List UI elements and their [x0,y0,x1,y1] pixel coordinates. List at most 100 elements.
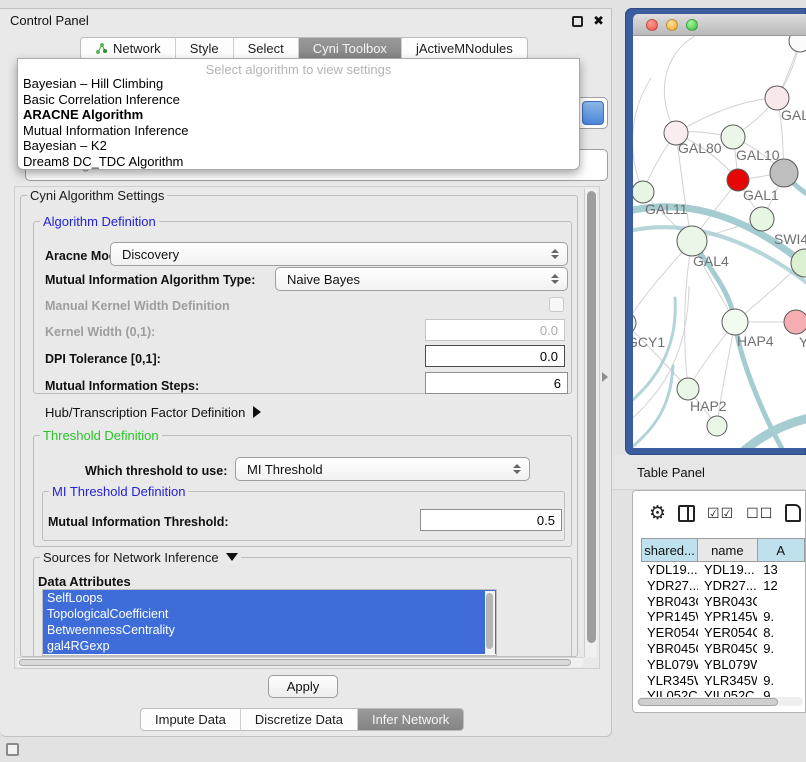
table-row[interactable]: YBR045CYBR045C9. [641,641,805,657]
attribute-list-item[interactable]: gal4RGexp [43,638,496,654]
node-label: SWI4 [774,231,806,247]
tab-cyni-toolbox[interactable]: Cyni Toolbox [299,38,402,59]
network-node-gal4[interactable] [677,226,707,256]
node-label: Y [799,334,806,350]
table-cell: YBR045C [641,641,698,657]
tab-jactivemnodules[interactable]: jActiveMNodules [402,38,527,59]
manual-kernel-checkbox[interactable] [549,297,564,312]
which-threshold-label: Which threshold to use: [85,464,227,478]
network-node-gcy1[interactable] [633,312,636,334]
window-zoom-icon[interactable] [686,19,698,31]
expanded-arrow-icon[interactable] [226,553,238,561]
node-label: GAL10 [736,147,780,163]
table-column-header[interactable]: A [758,538,806,562]
node-label: GCY1 [633,334,665,350]
node-label: GAL [781,107,806,123]
algorithm-option[interactable]: Dream8 DC_TDC Algorithm [18,154,579,170]
table-cell: 8. [757,625,805,641]
which-threshold-select[interactable]: MI Threshold [235,457,530,481]
table-toolbar: ⚙ ☑☑ ☐☐ [633,491,805,535]
sources-group-title[interactable]: Sources for Network Inference [40,550,241,565]
apply-button[interactable]: Apply [268,675,338,698]
network-node-gal11[interactable] [633,181,654,203]
table-column-header[interactable]: shared... [641,538,698,562]
aracne-mode-value: Discovery [111,247,550,262]
float-panel-icon[interactable] [572,16,583,27]
algorithm-option[interactable]: Bayesian – K2 [18,138,579,154]
new-table-icon[interactable] [785,504,801,522]
network-node[interactable] [707,416,727,436]
attribute-list-item[interactable]: SelfLoops [43,590,496,606]
network-node[interactable] [770,159,798,187]
network-node-gal10[interactable] [721,125,745,149]
algorithm-option[interactable]: Bayesian – Hill Climbing [18,76,579,92]
select-all-checkboxes-icon[interactable]: ☑☑ [707,505,734,522]
table-row[interactable]: YDL19...YDL19...13 [641,562,805,578]
hub-definition-toggle[interactable]: Hub/Transcription Factor Definition [45,405,261,420]
table-cell: YBR045C [698,641,757,657]
attributes-list-scrollbar[interactable] [485,591,495,654]
spinner-arrows-icon [550,274,559,284]
table-cell: YBR043C [698,594,757,610]
window-close-icon[interactable] [646,19,658,31]
network-node[interactable] [789,36,806,52]
table-column-header[interactable]: name [698,538,757,562]
deselect-all-checkboxes-icon[interactable]: ☐☐ [746,505,773,522]
algorithm-definition-title: Algorithm Definition [40,214,159,229]
tab-infer-network[interactable]: Infer Network [358,709,463,730]
combobox-arrow-button[interactable] [582,101,604,125]
threshold-definition-title: Threshold Definition [40,428,162,443]
network-icon [95,42,108,55]
which-threshold-value: MI Threshold [236,462,512,477]
algorithm-option[interactable]: Mutual Information Inference [18,123,579,139]
network-view-window[interactable]: GALGAL80GAL10GAL1GAL11SWI4GAL4GCY1HAP4YH… [625,8,806,455]
split-columns-icon[interactable] [678,505,695,522]
table-row[interactable]: YDR27...YDR27...12 [641,578,805,594]
table-row[interactable]: YBL079WYBL079W [641,657,805,673]
table-cell: YER054C [641,625,698,641]
table-cell: YLR345W [641,673,698,689]
kernel-width-label: Kernel Width (0,1): [45,325,155,339]
attribute-list-item[interactable]: BetweennessCentrality [43,622,496,638]
network-canvas[interactable]: GALGAL80GAL10GAL1GAL11SWI4GAL4GCY1HAP4YH… [633,36,806,448]
window-minimize-icon[interactable] [666,19,678,31]
data-attributes-list: SelfLoopsTopologicalCoefficientBetweenne… [42,589,497,656]
collapsed-arrow-icon[interactable] [253,406,261,418]
table-row[interactable]: YPR145WYPR145W9. [641,609,805,625]
algorithm-option[interactable]: Basic Correlation Inference [18,92,579,108]
tab-network[interactable]: Network [81,38,176,59]
tab-label: jActiveMNodules [416,41,513,56]
table-horizontal-scrollbar[interactable] [637,697,803,706]
network-window-titlebar[interactable] [633,14,806,36]
mi-type-select[interactable]: Naive Bayes [275,267,568,291]
algorithm-option[interactable]: ARACNE Algorithm [18,107,579,123]
node-table: shared...nameA YDL19...YDL19...13YDR27..… [641,538,805,704]
gear-icon[interactable]: ⚙ [649,504,666,523]
dpi-tolerance-field[interactable]: 0.0 [425,345,565,367]
network-node-y[interactable] [784,310,806,334]
aracne-mode-select[interactable]: Discovery [110,242,568,266]
panel-splitter-handle[interactable] [602,372,608,382]
attribute-list-item[interactable]: TopologicalCoefficient [43,606,496,622]
tab-select[interactable]: Select [234,38,299,59]
table-row[interactable]: YLR345WYLR345W9. [641,673,805,689]
mi-steps-field[interactable]: 6 [425,372,568,394]
network-node-gal1[interactable] [750,207,774,231]
close-panel-icon[interactable]: ✖ [593,13,604,29]
network-node-hap2[interactable] [677,378,699,400]
tab-discretize-data[interactable]: Discretize Data [241,709,358,730]
kernel-width-field[interactable]: 0.0 [425,319,565,341]
table-row[interactable]: YER054CYER054C8. [641,625,805,641]
table-cell: 9. [757,641,805,657]
table-row[interactable]: YBR043CYBR043C [641,594,805,610]
tab-style[interactable]: Style [176,38,234,59]
mi-threshold-field[interactable]: 0.5 [420,509,562,531]
control-panel: Control Panel ✖ NetworkStyleSelectCyni T… [0,8,612,737]
table-cell: YBL079W [641,657,698,673]
tab-impute-data[interactable]: Impute Data [141,709,241,730]
tab-label: Infer Network [372,712,449,727]
network-node-hap4[interactable] [722,309,748,335]
settings-horizontal-scrollbar[interactable] [17,657,583,667]
settings-vertical-scrollbar[interactable] [584,189,597,657]
docked-panel-icon[interactable] [6,743,19,756]
